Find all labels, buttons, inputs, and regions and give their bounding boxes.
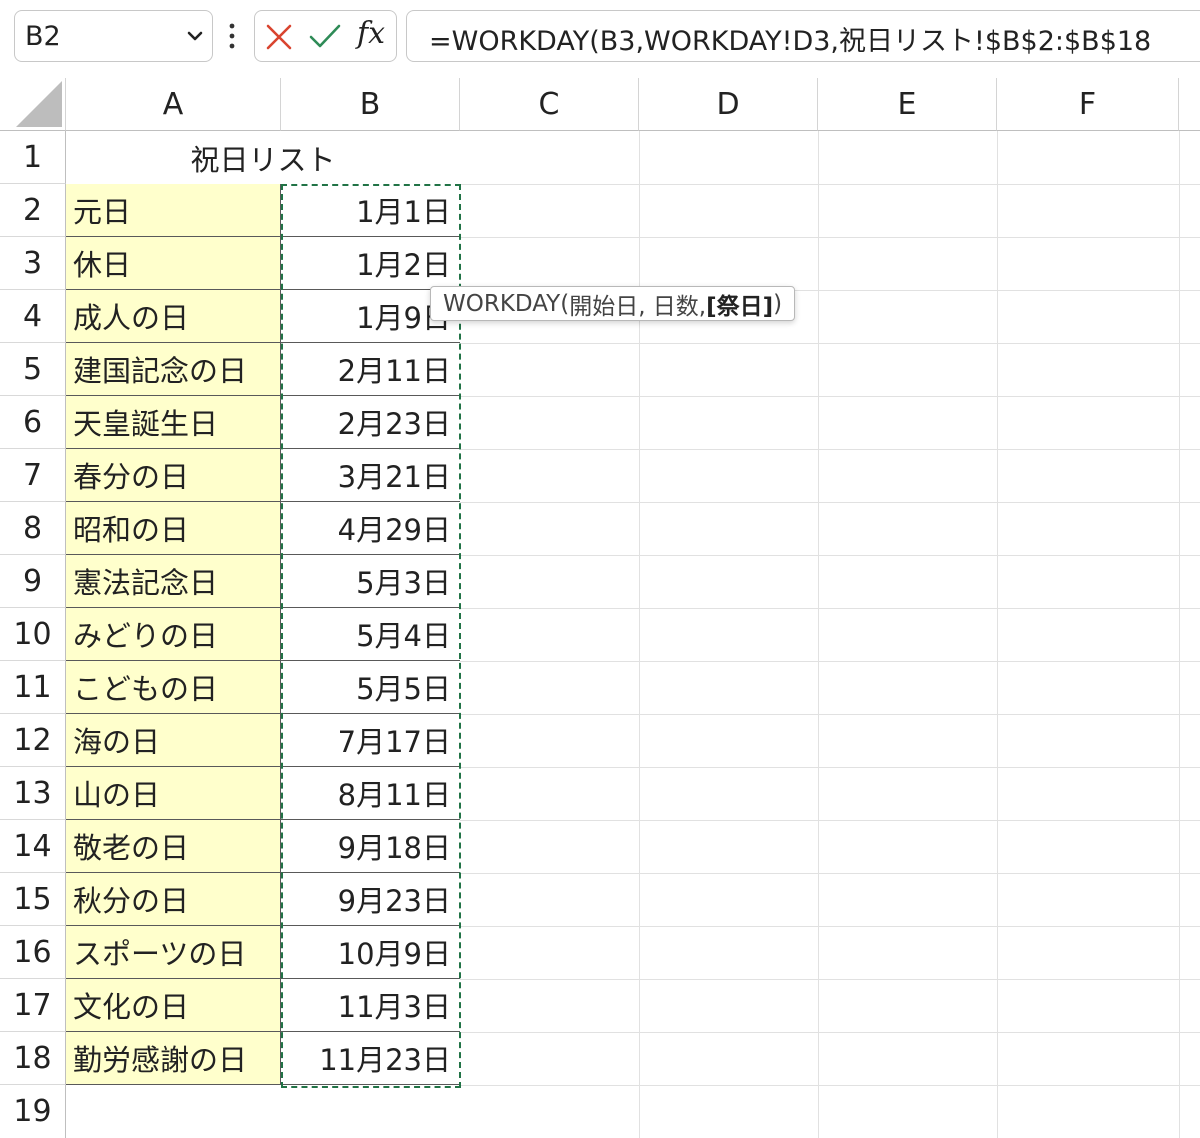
holiday-date-cell[interactable]: 5月5日 (281, 661, 460, 714)
holiday-name-cell[interactable]: 敬老の日 (66, 820, 281, 873)
holiday-name-cell[interactable]: 建国記念の日 (66, 343, 281, 396)
vertical-ellipsis-icon[interactable] (225, 20, 239, 52)
grid-line (460, 1032, 1200, 1033)
grid-line (460, 926, 1200, 927)
holiday-date-cell[interactable]: 4月29日 (281, 502, 460, 555)
row-header-6[interactable]: 6 (0, 396, 66, 449)
grid-line (460, 449, 1200, 450)
grid-line (460, 661, 1200, 662)
holiday-date-cell[interactable]: 8月11日 (281, 767, 460, 820)
holiday-name-cell[interactable]: 昭和の日 (66, 502, 281, 555)
row-header-15[interactable]: 15 (0, 873, 66, 926)
holiday-name-cell[interactable]: 休日 (66, 237, 281, 290)
column-header-d[interactable]: D (639, 78, 818, 131)
grid-line (818, 131, 819, 1138)
row-header-16[interactable]: 16 (0, 926, 66, 979)
holiday-name-cell[interactable]: 元日 (66, 184, 281, 237)
holiday-date-cell[interactable]: 9月18日 (281, 820, 460, 873)
cancel-icon[interactable] (264, 22, 294, 52)
select-all-corner[interactable] (0, 78, 66, 131)
grid-line (460, 979, 1200, 980)
holiday-name-cell[interactable]: こどもの日 (66, 661, 281, 714)
row-header-18[interactable]: 18 (0, 1032, 66, 1085)
column-header-a[interactable]: A (66, 78, 281, 131)
row-header-13[interactable]: 13 (0, 767, 66, 820)
row-header-4[interactable]: 4 (0, 290, 66, 343)
holiday-date-cell[interactable]: 5月4日 (281, 608, 460, 661)
tooltip-close-paren: ) (773, 290, 783, 317)
holiday-date-cell[interactable]: 1月2日 (281, 237, 460, 290)
row-header-7[interactable]: 7 (0, 449, 66, 502)
row-header-8[interactable]: 8 (0, 502, 66, 555)
holiday-date-cell[interactable]: 3月21日 (281, 449, 460, 502)
formula-action-group: fx (254, 10, 397, 62)
holiday-date-cell[interactable]: 11月3日 (281, 979, 460, 1032)
holiday-name-cell[interactable]: 山の日 (66, 767, 281, 820)
function-tooltip: WORKDAY( 開始日, 日数, [祭日] ) (430, 286, 796, 321)
formula-bar: B2 fx =WORKDAY(B3,WORKDAY!D3,祝日リスト!$B$2:… (0, 0, 1200, 78)
holiday-date-cell[interactable]: 10月9日 (281, 926, 460, 979)
formula-input[interactable]: =WORKDAY(B3,WORKDAY!D3,祝日リスト!$B$2:$B$18 (406, 10, 1200, 62)
sheet-title-cell[interactable]: 祝日リスト (66, 131, 460, 184)
holiday-name-cell[interactable]: スポーツの日 (66, 926, 281, 979)
holiday-name-cell[interactable]: 天皇誕生日 (66, 396, 281, 449)
grid-line (460, 237, 1200, 238)
holiday-name-cell[interactable]: みどりの日 (66, 608, 281, 661)
row-header-10[interactable]: 10 (0, 608, 66, 661)
grid-line (460, 502, 1200, 503)
holiday-name-cell[interactable]: 文化の日 (66, 979, 281, 1032)
column-header-g[interactable] (1179, 78, 1200, 131)
row-header-5[interactable]: 5 (0, 343, 66, 396)
holiday-name-cell[interactable]: 憲法記念日 (66, 555, 281, 608)
row-header-17[interactable]: 17 (0, 979, 66, 1032)
row-header-19[interactable]: 19 (0, 1085, 66, 1138)
holiday-name-cell[interactable]: 秋分の日 (66, 873, 281, 926)
row-header-9[interactable]: 9 (0, 555, 66, 608)
formula-text: =WORKDAY(B3,WORKDAY!D3,祝日リスト!$B$2:$B$18 (429, 26, 1152, 57)
grid-line (997, 131, 998, 1138)
holiday-date-cell[interactable]: 11月23日 (281, 1032, 460, 1085)
row-header-3[interactable]: 3 (0, 237, 66, 290)
holiday-date-cell[interactable]: 5月3日 (281, 555, 460, 608)
tooltip-args: 開始日, 日数, (569, 293, 707, 320)
holiday-date-cell[interactable]: 1月1日 (281, 184, 460, 237)
grid-line (460, 555, 1200, 556)
row-header-14[interactable]: 14 (0, 820, 66, 873)
holiday-name-cell[interactable]: 成人の日 (66, 290, 281, 343)
holiday-name-cell[interactable]: 勤労感謝の日 (66, 1032, 281, 1085)
grid-line (460, 396, 1200, 397)
tooltip-current-arg: [祭日] (706, 293, 774, 320)
select-all-triangle-icon (16, 81, 62, 127)
chevron-down-icon[interactable] (184, 25, 206, 47)
grid-line (460, 608, 1200, 609)
grid-line (639, 131, 640, 1138)
grid-line (460, 767, 1200, 768)
column-header-b[interactable]: B (281, 78, 460, 131)
row-header-11[interactable]: 11 (0, 661, 66, 714)
grid-line (460, 343, 1200, 344)
holiday-date-cell[interactable]: 9月23日 (281, 873, 460, 926)
tooltip-function-name[interactable]: WORKDAY( (443, 291, 569, 317)
column-header-f[interactable]: F (997, 78, 1179, 131)
insert-function-icon[interactable]: fx (357, 16, 385, 51)
grid-line (1179, 131, 1180, 1138)
holiday-date-cell[interactable]: 2月23日 (281, 396, 460, 449)
column-header-e[interactable]: E (818, 78, 997, 131)
name-box-value: B2 (25, 21, 61, 52)
holiday-name-cell[interactable]: 春分の日 (66, 449, 281, 502)
grid-line (460, 873, 1200, 874)
holiday-date-cell[interactable]: 7月17日 (281, 714, 460, 767)
row-header-2[interactable]: 2 (0, 184, 66, 237)
row-header-12[interactable]: 12 (0, 714, 66, 767)
checkmark-icon[interactable] (308, 22, 342, 52)
grid-line (460, 820, 1200, 821)
grid-line (460, 714, 1200, 715)
column-header-c[interactable]: C (460, 78, 639, 131)
name-box[interactable]: B2 (14, 10, 213, 62)
row-header-1[interactable]: 1 (0, 131, 66, 184)
holiday-date-cell[interactable]: 2月11日 (281, 343, 460, 396)
grid-line (460, 184, 1200, 185)
holiday-name-cell[interactable]: 海の日 (66, 714, 281, 767)
grid-line (460, 1085, 1200, 1086)
